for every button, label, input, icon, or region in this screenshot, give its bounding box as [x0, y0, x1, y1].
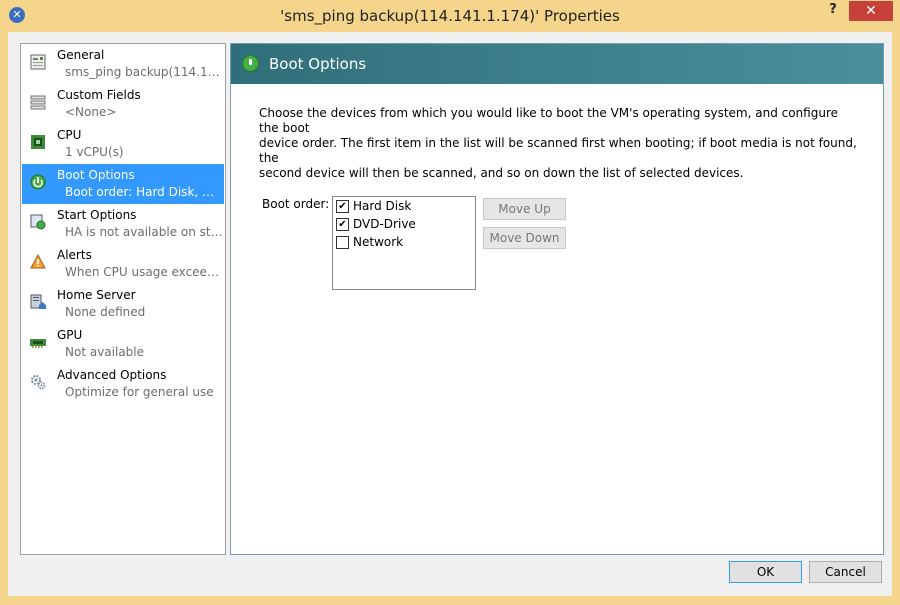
boot-device-label: Hard Disk [353, 199, 412, 213]
power-icon [242, 55, 259, 72]
home-server-icon [30, 294, 46, 309]
sidebar-item-subtitle: Optimize for general use [65, 385, 214, 399]
dialog-client-area: General sms_ping backup(114.141... Custo… [8, 32, 892, 596]
title-bar: ✕ 'sms_ping backup(114.141.1.174)' Prope… [0, 0, 900, 32]
sidebar-item-title: Advanced Options [57, 368, 167, 382]
custom-fields-icon [30, 95, 46, 110]
sidebar-item-title: Boot Options [57, 168, 135, 182]
gears-icon [31, 375, 46, 390]
sidebar-item-title: Start Options [57, 208, 137, 222]
boot-options-description: Choose the devices from which you would … [259, 106, 859, 181]
cancel-button[interactable]: Cancel [809, 561, 882, 583]
description-line: second device will then be scanned, and … [259, 166, 744, 180]
sidebar-item-title: CPU [57, 128, 82, 142]
sidebar-item-subtitle: Not available [65, 345, 145, 359]
close-button[interactable]: ✕ [849, 1, 893, 21]
sidebar-item-subtitle: sms_ping backup(114.141... [65, 65, 223, 79]
cpu-icon [31, 135, 45, 149]
hard-disk-checkbox[interactable]: ✔ [336, 200, 349, 213]
sidebar-item-subtitle: None defined [65, 305, 146, 319]
sidebar-item-home-server[interactable]: Home Server None defined [22, 284, 224, 324]
section-title: Boot Options [269, 55, 367, 73]
move-down-button[interactable]: Move Down [483, 227, 566, 249]
sidebar-item-general[interactable]: General sms_ping backup(114.141... [22, 44, 224, 84]
sidebar-item-gpu[interactable]: GPU Not available [22, 324, 224, 364]
boot-order-list[interactable]: ✔ Hard Disk ✔ DVD-Drive Network [332, 196, 476, 290]
sidebar-item-boot-options[interactable]: Boot Options Boot order: Hard Disk, DV..… [22, 164, 224, 204]
sidebar-item-advanced-options[interactable]: Advanced Options Optimize for general us… [22, 364, 224, 404]
power-icon [30, 174, 46, 190]
start-options-icon [30, 214, 46, 230]
window-title: 'sms_ping backup(114.141.1.174)' Propert… [280, 7, 620, 25]
move-up-button[interactable]: Move Up [483, 198, 566, 220]
boot-device-label: DVD-Drive [353, 217, 416, 231]
sidebar-item-custom-fields[interactable]: Custom Fields <None> [22, 84, 224, 124]
description-line: Choose the devices from which you would … [259, 106, 838, 135]
sidebar-item-subtitle: HA is not available on sta... [65, 225, 223, 239]
sidebar-item-title: Home Server [57, 288, 136, 302]
sidebar-item-title: General [57, 48, 105, 62]
settings-sidebar: General sms_ping backup(114.141... Custo… [20, 43, 226, 555]
general-icon [30, 54, 46, 70]
boot-device-label: Network [353, 235, 404, 249]
sidebar-item-subtitle: When CPU usage exceeds ... [65, 265, 223, 279]
properties-dialog: ✕ 'sms_ping backup(114.141.1.174)' Prope… [0, 0, 900, 605]
boot-options-panel: Boot Options Choose the devices from whi… [230, 43, 884, 555]
sidebar-item-title: Custom Fields [57, 88, 141, 102]
sidebar-item-cpu[interactable]: CPU 1 vCPU(s) [22, 124, 224, 164]
gpu-icon [30, 339, 46, 348]
sidebar-item-title: GPU [57, 328, 83, 342]
sidebar-item-subtitle: 1 vCPU(s) [65, 145, 124, 159]
sidebar-item-subtitle: <None> [65, 105, 117, 119]
ok-button[interactable]: OK [729, 561, 802, 583]
section-header: Boot Options [231, 44, 883, 84]
dvd-drive-checkbox[interactable]: ✔ [336, 218, 349, 231]
network-checkbox[interactable] [336, 236, 349, 249]
sidebar-item-title: Alerts [57, 248, 92, 262]
sidebar-item-start-options[interactable]: Start Options HA is not available on sta… [22, 204, 224, 244]
help-button[interactable]: ? [822, 2, 844, 20]
boot-order-label: Boot order: [262, 197, 330, 211]
description-line: device order. The first item in the list… [259, 136, 857, 165]
warning-icon [30, 254, 46, 269]
sidebar-item-alerts[interactable]: Alerts When CPU usage exceeds ... [22, 244, 224, 284]
sidebar-item-subtitle: Boot order: Hard Disk, DV... [65, 185, 223, 199]
